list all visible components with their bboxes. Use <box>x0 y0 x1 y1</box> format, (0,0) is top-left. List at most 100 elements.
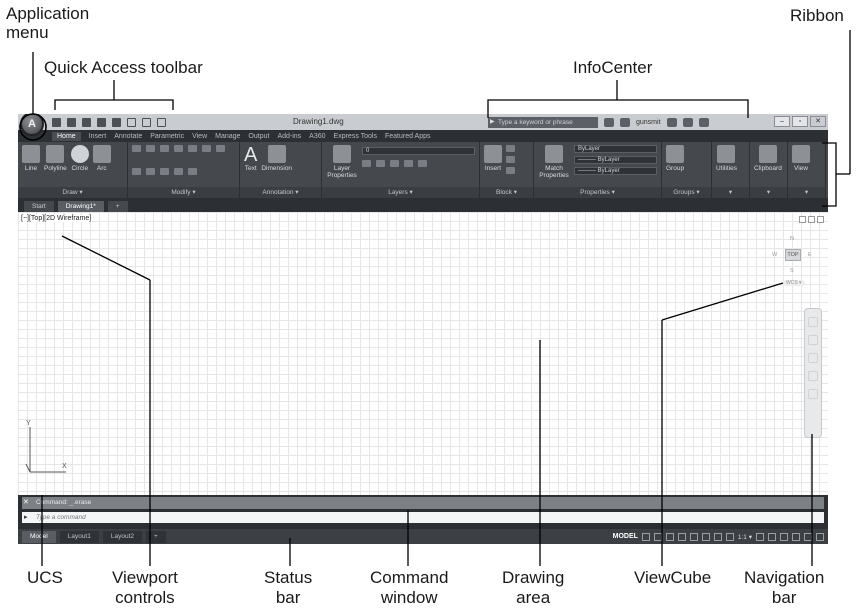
viewcube-south[interactable]: S <box>790 268 794 274</box>
showmotion-icon[interactable] <box>808 389 818 399</box>
model-space-toggle[interactable]: MODEL <box>613 533 638 540</box>
save-as-icon[interactable] <box>97 117 106 127</box>
steering-wheel-icon[interactable] <box>808 317 818 327</box>
text-tool[interactable]: A Text <box>244 145 257 172</box>
insert-tool[interactable]: Insert <box>484 145 502 172</box>
panel-clipboard-expand[interactable]: ▾ <box>750 187 787 198</box>
customize-qat-icon[interactable] <box>157 117 166 127</box>
linetype-dropdown[interactable]: ——— ByLayer <box>574 167 657 175</box>
new-icon[interactable] <box>52 117 61 127</box>
viewcube-top-face[interactable]: TOP <box>785 249 801 261</box>
tab-manage[interactable]: Manage <box>215 133 240 140</box>
grid-icon[interactable] <box>641 532 650 541</box>
undo-icon[interactable] <box>127 117 136 127</box>
offset-icon[interactable] <box>188 167 197 175</box>
match-properties-tool[interactable]: Match Properties <box>538 145 570 179</box>
command-prompt-icon[interactable]: ▸ <box>24 513 28 521</box>
pan-icon[interactable] <box>808 335 818 345</box>
tab-output[interactable]: Output <box>248 133 269 140</box>
group-tool[interactable]: Group <box>666 145 684 172</box>
save-icon[interactable] <box>82 117 91 127</box>
tab-home[interactable]: Home <box>52 131 81 141</box>
viewcube-north[interactable]: N <box>790 236 794 242</box>
viewcube[interactable]: N W E TOP S WCS ▾ <box>768 226 818 296</box>
lineweight-icon[interactable] <box>713 532 722 541</box>
tab-add-ins[interactable]: Add-ins <box>277 133 301 140</box>
workspace-gear-icon[interactable] <box>756 532 764 541</box>
doc-tab-drawing1[interactable]: Drawing1* <box>57 201 104 212</box>
binoculars-icon[interactable] <box>604 117 614 127</box>
tab-express-tools[interactable]: Express Tools <box>334 133 377 140</box>
infocenter-search[interactable]: Type a keyword or phrase <box>488 116 598 128</box>
viewport-restore[interactable] <box>808 216 815 223</box>
panel-layers-title[interactable]: Layers ▾ <box>322 187 479 198</box>
lineweight-dropdown[interactable]: ——— ByLayer <box>574 156 657 164</box>
layout-tab-layout2[interactable]: Layout2 <box>102 530 142 543</box>
command-input[interactable]: Type a command <box>22 512 824 523</box>
annotation-scale[interactable]: 1:1 ▾ <box>738 533 752 541</box>
scale-icon[interactable] <box>160 167 169 175</box>
circle-tool[interactable]: Circle <box>70 145 89 172</box>
close-button[interactable]: ✕ <box>810 116 826 127</box>
panel-utilities-expand[interactable]: ▾ <box>712 187 749 198</box>
panel-properties-title[interactable]: Properties ▾ <box>534 187 661 198</box>
dimension-tool[interactable]: Dimension <box>261 145 292 172</box>
hardware-acceleration-icon[interactable] <box>792 532 800 541</box>
add-layout-button[interactable]: + <box>146 530 166 543</box>
polar-icon[interactable] <box>677 532 686 541</box>
panel-draw-title[interactable]: Draw ▾ <box>18 187 127 198</box>
annotation-visibility-icon[interactable] <box>725 532 734 541</box>
help-icon[interactable] <box>698 117 709 127</box>
fillet-icon[interactable] <box>216 145 225 152</box>
line-tool[interactable]: Line <box>22 145 40 172</box>
tab-annotate[interactable]: Annotate <box>114 133 142 140</box>
mirror-icon[interactable] <box>202 145 211 152</box>
layer-properties-tool[interactable]: Layer Properties <box>326 145 358 179</box>
array-icon[interactable] <box>174 167 183 175</box>
layout-tab-model[interactable]: Model <box>22 530 56 543</box>
minimize-button[interactable]: – <box>774 116 790 127</box>
viewcube-east[interactable]: E <box>808 252 812 258</box>
trim-icon[interactable] <box>160 145 169 152</box>
doc-tab-start[interactable]: Start <box>24 201 54 212</box>
panel-modify-title[interactable]: Modify ▾ <box>128 187 239 198</box>
new-tab-button[interactable]: + <box>107 201 128 212</box>
viewport-controls[interactable]: [−][Top][2D Wireframe] <box>20 215 93 222</box>
osnap-icon[interactable] <box>689 532 698 541</box>
maximize-button[interactable]: ▫ <box>792 116 808 127</box>
viewcube-west[interactable]: W <box>772 252 777 258</box>
redo-icon[interactable] <box>142 117 151 127</box>
plus-icon[interactable] <box>768 532 776 541</box>
ortho-icon[interactable] <box>665 532 674 541</box>
panel-groups-title[interactable]: Groups ▾ <box>662 187 711 198</box>
command-close-icon[interactable]: ✕ <box>23 498 29 506</box>
move-icon[interactable] <box>132 145 141 152</box>
tab-view[interactable]: View <box>192 133 207 140</box>
viewport-minimize[interactable] <box>799 216 806 223</box>
wcs-menu[interactable]: WCS ▾ <box>783 280 805 286</box>
clean-screen-icon[interactable] <box>804 532 812 541</box>
viewport-close[interactable] <box>817 216 824 223</box>
clipboard-tool[interactable]: Clipboard <box>754 145 782 172</box>
tab-parametric[interactable]: Parametric <box>150 133 184 140</box>
layer-dropdown[interactable]: 0 <box>362 147 475 155</box>
signed-in-user[interactable]: gunsmit <box>636 119 661 126</box>
open-icon[interactable] <box>67 117 76 127</box>
color-dropdown[interactable]: ByLayer <box>574 145 657 153</box>
tab-a360[interactable]: A360 <box>309 133 325 140</box>
polyline-tool[interactable]: Polyline <box>44 145 67 172</box>
otrack-icon[interactable] <box>701 532 710 541</box>
snap-icon[interactable] <box>653 532 662 541</box>
utilities-tool[interactable]: Utilities <box>716 145 737 172</box>
view-tool[interactable]: View <box>792 145 810 172</box>
rotate-icon[interactable] <box>146 145 155 152</box>
customization-menu-icon[interactable] <box>816 532 824 541</box>
arc-tool[interactable]: Arc <box>92 145 111 172</box>
copy-icon[interactable] <box>188 145 197 152</box>
tab-featured-apps[interactable]: Featured Apps <box>385 133 431 140</box>
explode-icon[interactable] <box>132 167 141 175</box>
panel-annotation-title[interactable]: Annotation ▾ <box>240 187 321 198</box>
layout-tab-layout1[interactable]: Layout1 <box>59 530 99 543</box>
user-icon[interactable] <box>620 117 630 127</box>
zoom-icon[interactable] <box>808 353 818 363</box>
